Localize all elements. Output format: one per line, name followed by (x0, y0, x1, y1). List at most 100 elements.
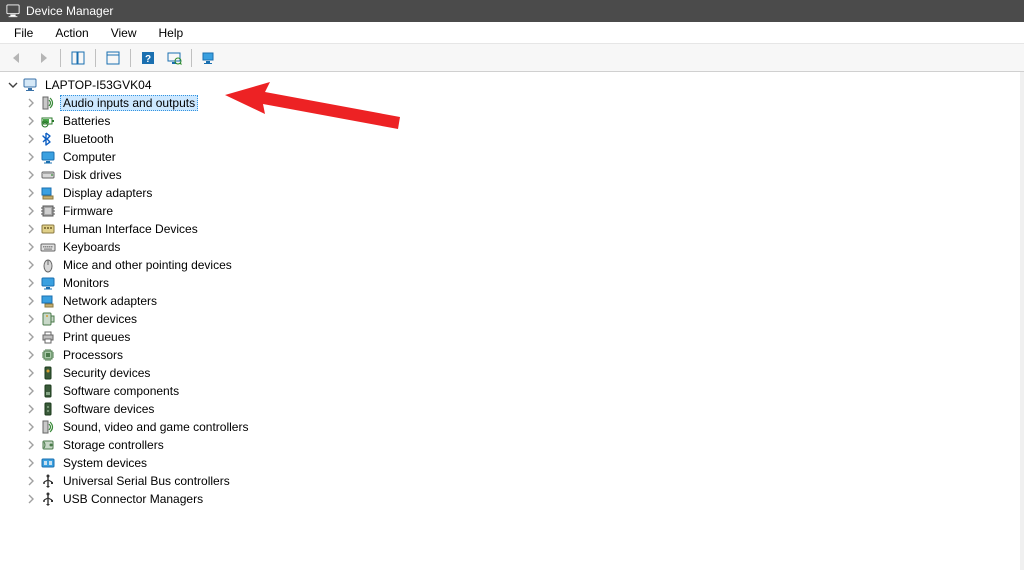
tree-item[interactable]: Software components (24, 382, 1014, 400)
software-dev-icon (40, 401, 56, 417)
menu-help[interactable]: Help (149, 24, 194, 42)
tree-item[interactable]: Security devices (24, 364, 1014, 382)
monitor-blue-icon (40, 275, 56, 291)
tree-item-label: Audio inputs and outputs (60, 95, 198, 111)
tree-item-label: Human Interface Devices (60, 221, 201, 237)
tree-item[interactable]: Bluetooth (24, 130, 1014, 148)
tree-item-label: Sound, video and game controllers (60, 419, 251, 435)
expander-closed-icon[interactable] (24, 168, 38, 182)
tree-item[interactable]: Other devices (24, 310, 1014, 328)
firmware-icon (40, 203, 56, 219)
expander-closed-icon[interactable] (24, 258, 38, 272)
printer-icon (40, 329, 56, 345)
expander-closed-icon[interactable] (24, 474, 38, 488)
scan-hardware-button[interactable] (163, 47, 185, 69)
tree-item-label: Security devices (60, 365, 153, 381)
display-adapter-icon (40, 185, 56, 201)
tree-pane[interactable]: LAPTOP-I53GVK04 Audio inputs and outputs… (0, 72, 1024, 570)
expander-closed-icon[interactable] (24, 150, 38, 164)
tree-item-label: USB Connector Managers (60, 491, 206, 507)
speaker-icon (40, 95, 56, 111)
tree-item-label: Batteries (60, 113, 113, 129)
tree-item[interactable]: USB Connector Managers (24, 490, 1014, 508)
tree-item-label: Universal Serial Bus controllers (60, 473, 233, 489)
usb-icon (40, 473, 56, 489)
speaker-icon (40, 419, 56, 435)
tree-item[interactable]: Mice and other pointing devices (24, 256, 1014, 274)
forward-button[interactable] (32, 47, 54, 69)
tree-item-label: Processors (60, 347, 126, 363)
tree-item-label: Display adapters (60, 185, 155, 201)
expander-closed-icon[interactable] (24, 114, 38, 128)
toolbar-separator (191, 49, 192, 67)
show-hide-tree-button[interactable] (67, 47, 89, 69)
menu-view[interactable]: View (101, 24, 147, 42)
toolbar-separator (60, 49, 61, 67)
help-button[interactable]: ? (137, 47, 159, 69)
tree-item[interactable]: System devices (24, 454, 1014, 472)
tree-item[interactable]: Display adapters (24, 184, 1014, 202)
expander-closed-icon[interactable] (24, 330, 38, 344)
computer-icon (22, 77, 38, 93)
menu-action[interactable]: Action (45, 24, 98, 42)
expander-closed-icon[interactable] (24, 312, 38, 326)
properties-button[interactable] (102, 47, 124, 69)
tree-item-label: Storage controllers (60, 437, 167, 453)
tree-item[interactable]: Sound, video and game controllers (24, 418, 1014, 436)
processor-icon (40, 347, 56, 363)
tree-item-label: Software components (60, 383, 182, 399)
bluetooth-icon (40, 131, 56, 147)
tree-item[interactable]: Network adapters (24, 292, 1014, 310)
expander-closed-icon[interactable] (24, 204, 38, 218)
expander-closed-icon[interactable] (24, 294, 38, 308)
device-tree: LAPTOP-I53GVK04 Audio inputs and outputs… (6, 76, 1014, 508)
tree-item[interactable]: Computer (24, 148, 1014, 166)
tree-item-label: Computer (60, 149, 119, 165)
menu-file[interactable]: File (4, 24, 43, 42)
svg-text:?: ? (145, 54, 151, 65)
expander-closed-icon[interactable] (24, 240, 38, 254)
tree-item[interactable]: Audio inputs and outputs (24, 94, 1014, 112)
network-icon (40, 293, 56, 309)
expander-closed-icon[interactable] (24, 132, 38, 146)
tree-item[interactable]: Software devices (24, 400, 1014, 418)
usb-icon (40, 491, 56, 507)
tree-item[interactable]: Batteries (24, 112, 1014, 130)
tree-root[interactable]: LAPTOP-I53GVK04 (6, 76, 1014, 94)
system-icon (40, 455, 56, 471)
expander-closed-icon[interactable] (24, 276, 38, 290)
battery-icon (40, 113, 56, 129)
expander-closed-icon[interactable] (24, 186, 38, 200)
toolbar: ? (0, 44, 1024, 72)
keyboard-icon (40, 239, 56, 255)
expander-open-icon[interactable] (6, 78, 20, 92)
toolbar-separator (95, 49, 96, 67)
tree-item-label: Print queues (60, 329, 133, 345)
tree-item[interactable]: Universal Serial Bus controllers (24, 472, 1014, 490)
expander-closed-icon[interactable] (24, 492, 38, 506)
tree-item[interactable]: Monitors (24, 274, 1014, 292)
tree-item[interactable]: Disk drives (24, 166, 1014, 184)
expander-closed-icon[interactable] (24, 96, 38, 110)
devices-button[interactable] (198, 47, 220, 69)
tree-item[interactable]: Human Interface Devices (24, 220, 1014, 238)
disk-icon (40, 167, 56, 183)
expander-closed-icon[interactable] (24, 402, 38, 416)
expander-closed-icon[interactable] (24, 456, 38, 470)
tree-item[interactable]: Storage controllers (24, 436, 1014, 454)
expander-closed-icon[interactable] (24, 366, 38, 380)
tree-item[interactable]: Processors (24, 346, 1014, 364)
expander-closed-icon[interactable] (24, 222, 38, 236)
tree-item-label: Firmware (60, 203, 116, 219)
tree-item[interactable]: Print queues (24, 328, 1014, 346)
back-button[interactable] (6, 47, 28, 69)
expander-closed-icon[interactable] (24, 438, 38, 452)
tree-item[interactable]: Firmware (24, 202, 1014, 220)
expander-closed-icon[interactable] (24, 384, 38, 398)
tree-item-label: Other devices (60, 311, 140, 327)
expander-closed-icon[interactable] (24, 420, 38, 434)
expander-closed-icon[interactable] (24, 348, 38, 362)
tree-item-label: Bluetooth (60, 131, 117, 147)
tree-item[interactable]: Keyboards (24, 238, 1014, 256)
tree-item-label: Disk drives (60, 167, 125, 183)
